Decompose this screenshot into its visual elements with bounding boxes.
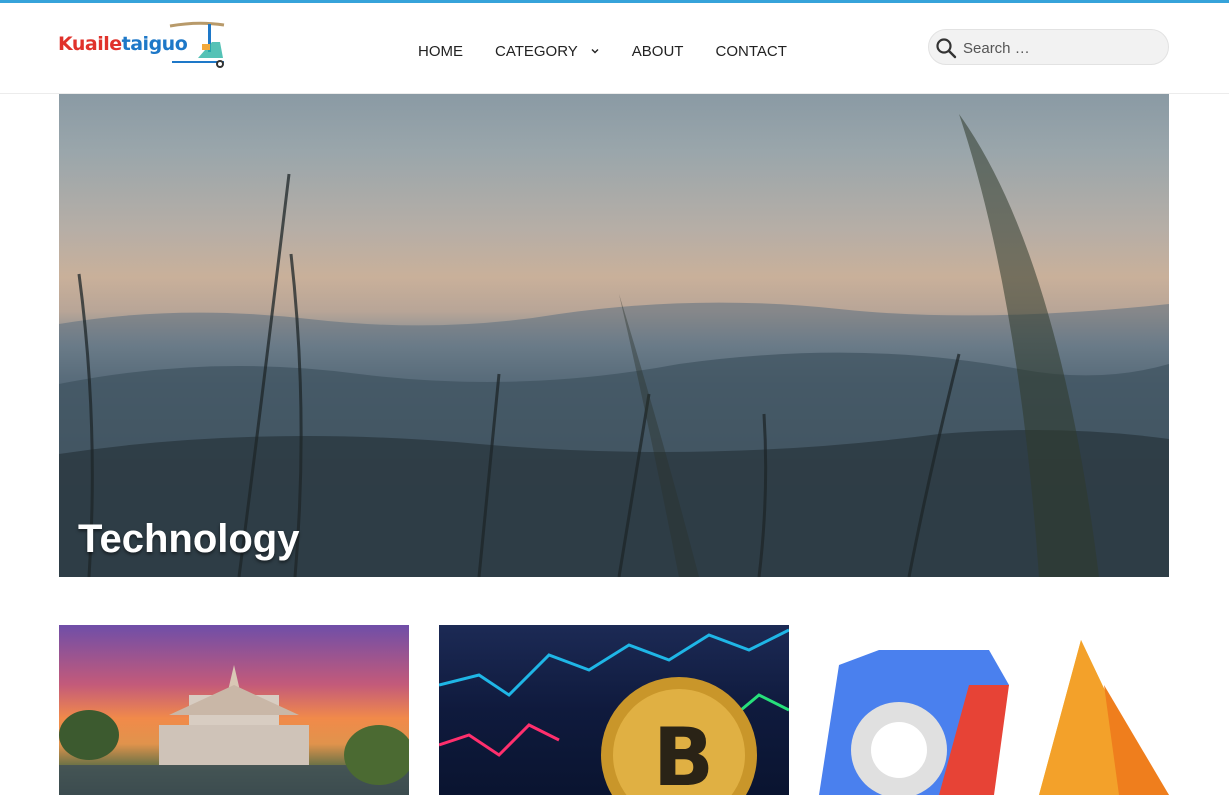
svg-text:B: B [653,711,714,795]
nav-home[interactable]: HOME [418,43,463,60]
search-box [928,29,1169,65]
hero-landscape-image [59,114,1169,577]
nav-contact-label: CONTACT [715,42,787,60]
nav-about[interactable]: ABOUT [632,43,684,60]
nav-contact[interactable]: CONTACT [715,43,786,60]
search-icon[interactable] [935,37,957,59]
main-navigation: HOME CATEGORY ABOUT CONTACT [418,41,819,61]
site-header: Kuailetaiguo HOME CATEGORY ABOUT CONTACT [0,3,1229,94]
bitcoin-chart-image: B [439,628,789,795]
nav-category-label: CATEGORY [495,42,578,60]
tuktuk-icon [169,21,225,68]
post-card-3[interactable] [819,625,1169,795]
temple-sunset-image [59,665,409,795]
search-input[interactable] [963,36,1159,60]
google-cloud-firebase-image [819,640,1169,795]
nav-category[interactable]: CATEGORY [495,43,600,60]
post-card-2[interactable]: B [439,625,789,795]
nav-about-label: ABOUT [631,42,684,60]
category-hero: Technology [59,94,1169,577]
post-card-1[interactable] [59,625,409,795]
site-logo[interactable]: Kuailetaiguo [58,20,228,70]
category-title: Technology [78,517,300,561]
chevron-down-icon[interactable] [590,46,600,56]
nav-home-label: HOME [418,42,463,60]
logo-text-part1: Kuaile [58,33,122,55]
